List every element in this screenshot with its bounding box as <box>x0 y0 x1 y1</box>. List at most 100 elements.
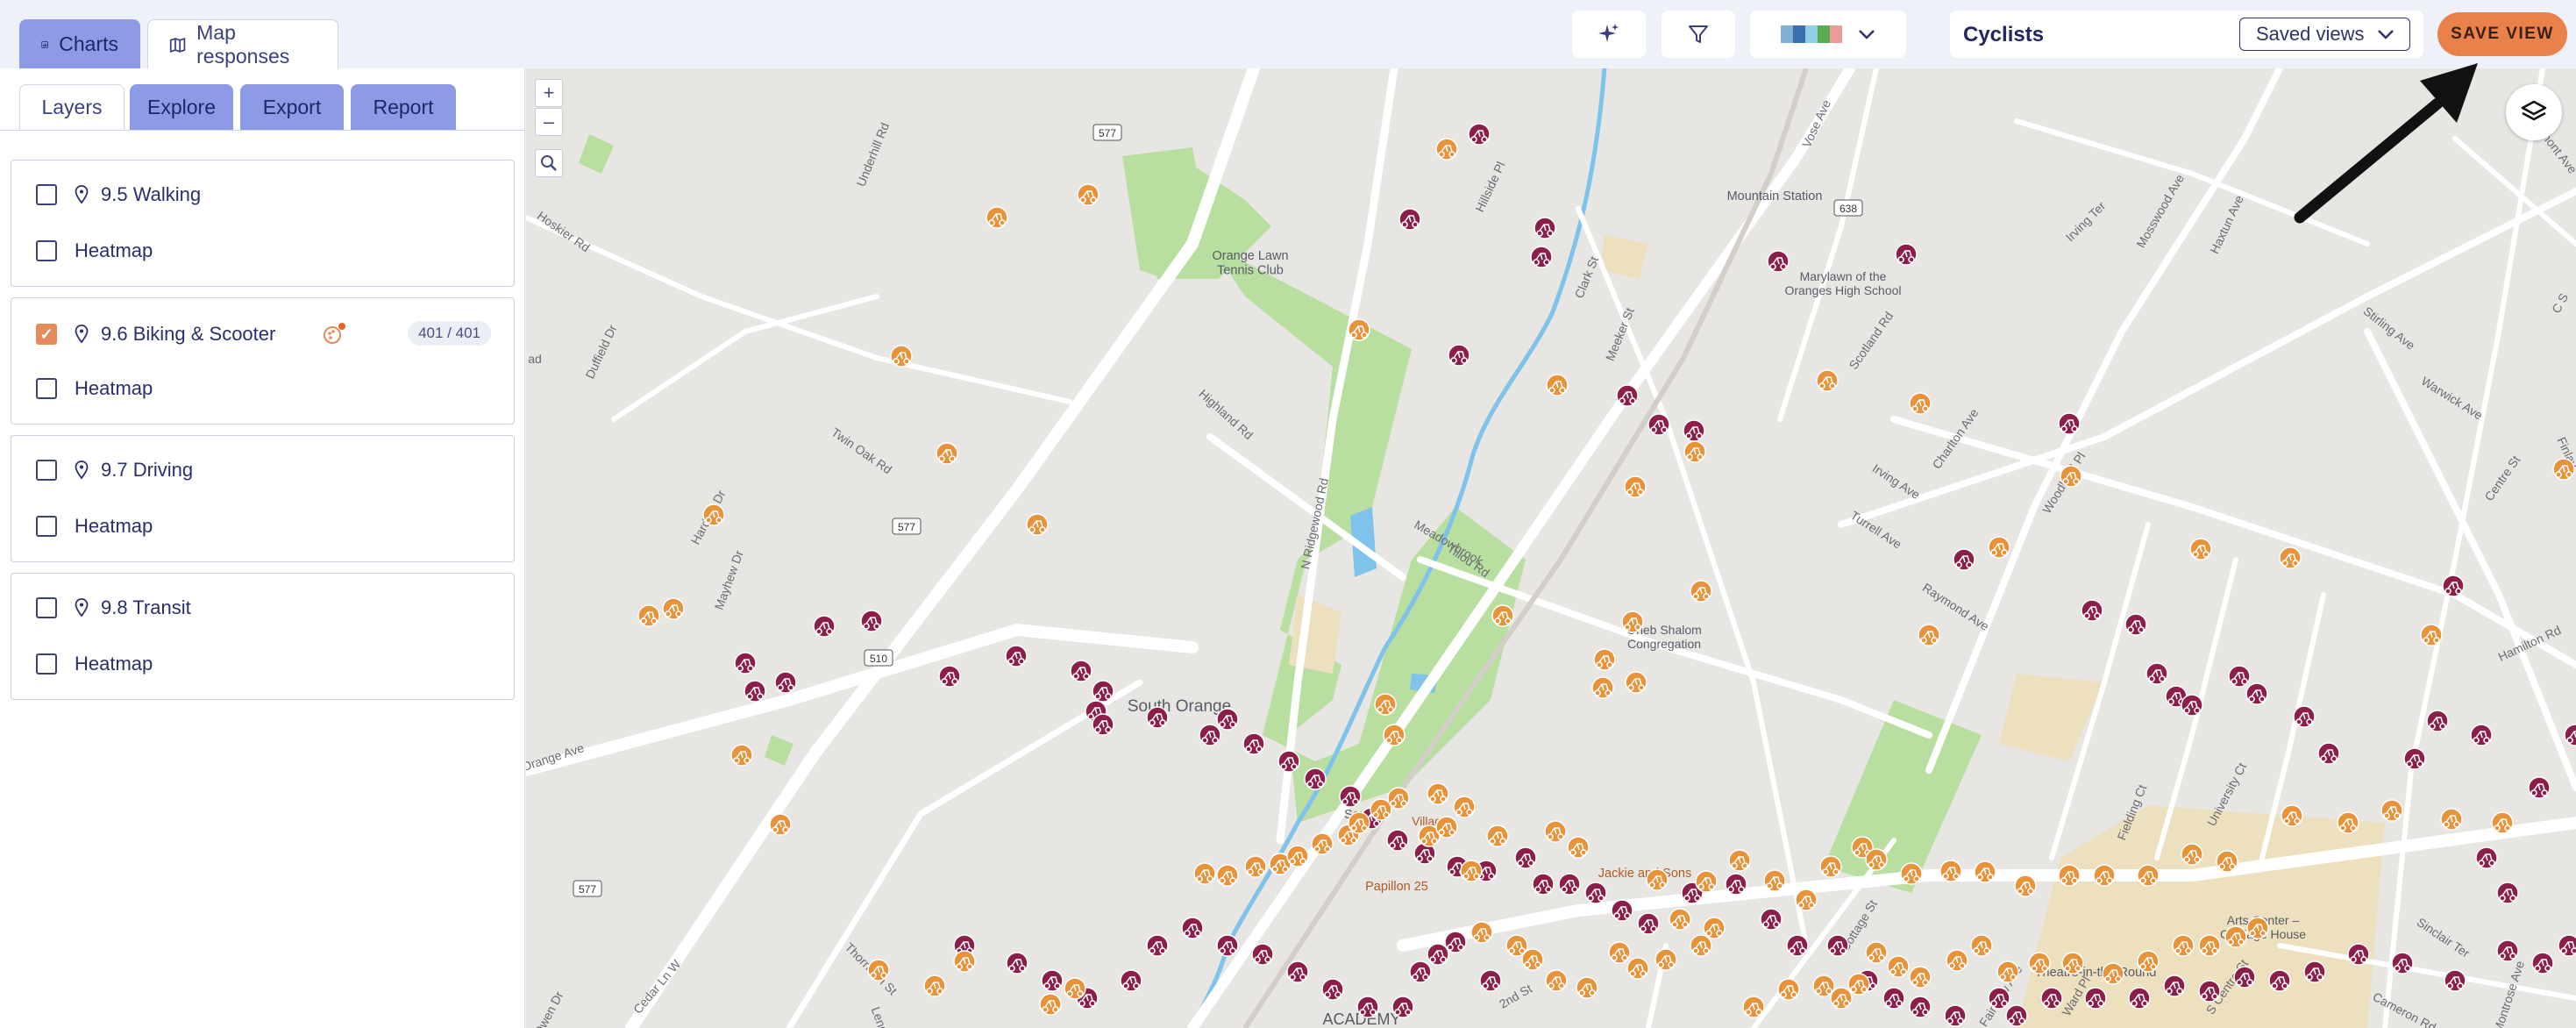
response-marker-orange[interactable] <box>2189 538 2212 560</box>
heatmap-row[interactable]: Heatmap <box>36 377 153 400</box>
response-marker-orange[interactable] <box>1816 369 1839 392</box>
response-marker-orange[interactable] <box>2137 864 2160 887</box>
response-marker-orange[interactable] <box>662 597 685 620</box>
response-marker-orange[interactable] <box>1348 811 1370 834</box>
response-marker-orange[interactable] <box>1728 849 1751 872</box>
response-marker-maroon[interactable] <box>2317 742 2340 765</box>
layer-checkbox[interactable] <box>36 597 57 618</box>
response-marker-maroon[interactable] <box>1199 724 1221 746</box>
response-marker-orange[interactable] <box>2093 864 2116 887</box>
response-marker-orange[interactable] <box>2058 864 2081 887</box>
response-marker-orange[interactable] <box>1909 392 1932 415</box>
response-marker-orange[interactable] <box>2224 925 2247 948</box>
response-marker-maroon[interactable] <box>1826 934 1849 957</box>
tab-explore[interactable]: Explore <box>130 84 233 130</box>
response-marker-orange[interactable] <box>1544 820 1567 843</box>
response-marker-orange[interactable] <box>1654 948 1677 971</box>
response-marker-orange[interactable] <box>2014 875 2037 897</box>
response-marker-maroon[interactable] <box>1725 873 1747 896</box>
response-marker-maroon[interactable] <box>2496 939 2519 962</box>
response-marker-maroon[interactable] <box>1286 960 1309 983</box>
response-marker-orange[interactable] <box>1646 868 1669 891</box>
response-marker-maroon[interactable] <box>2040 987 2063 1010</box>
response-marker-maroon[interactable] <box>1277 750 1300 773</box>
response-marker-maroon[interactable] <box>2084 987 2107 1010</box>
response-marker-maroon[interactable] <box>2391 952 2414 974</box>
response-marker-maroon[interactable] <box>1895 243 1918 266</box>
response-marker-orange[interactable] <box>1777 978 1800 1001</box>
response-marker-maroon[interactable] <box>1216 708 1239 731</box>
response-marker-orange[interactable] <box>1216 864 1239 887</box>
response-marker-orange[interactable] <box>2440 808 2463 831</box>
response-marker-maroon[interactable] <box>1409 960 1432 983</box>
response-marker-orange[interactable] <box>1819 855 1842 878</box>
response-marker-maroon[interactable] <box>1216 934 1239 957</box>
response-marker-maroon[interactable] <box>1386 829 1409 852</box>
response-marker-maroon[interactable] <box>1611 899 1633 922</box>
response-marker-maroon[interactable] <box>1616 384 1639 407</box>
zoom-out-button[interactable]: – <box>535 108 563 136</box>
response-marker-maroon[interactable] <box>1092 713 1114 736</box>
response-marker-orange[interactable] <box>1545 969 1568 992</box>
response-marker-orange[interactable] <box>2060 465 2082 488</box>
layer-checkbox[interactable]: ✓ <box>36 324 57 345</box>
response-marker-orange[interactable] <box>1970 934 1993 957</box>
color-palette-button[interactable] <box>1750 11 1906 58</box>
response-marker-orange[interactable] <box>1521 948 1544 971</box>
tab-map-responses[interactable]: Map responses <box>147 19 338 68</box>
response-marker-maroon[interactable] <box>860 610 883 632</box>
response-marker-maroon[interactable] <box>2293 705 2316 728</box>
map-layers-button[interactable] <box>2506 84 2562 140</box>
response-marker-maroon[interactable] <box>1391 996 1414 1018</box>
response-marker-orange[interactable] <box>1387 787 1410 810</box>
response-marker-maroon[interactable] <box>1909 996 1932 1018</box>
response-marker-orange[interactable] <box>890 345 913 368</box>
response-marker-orange[interactable] <box>2172 934 2195 957</box>
response-marker-maroon[interactable] <box>2005 1004 2028 1027</box>
response-marker-orange[interactable] <box>1742 996 1765 1018</box>
heatmap-row[interactable]: Heatmap <box>36 515 153 538</box>
response-marker-orange[interactable] <box>1621 610 1644 633</box>
response-marker-maroon[interactable] <box>774 671 797 694</box>
response-marker-maroon[interactable] <box>2475 846 2498 869</box>
response-marker-orange[interactable] <box>1348 318 1370 341</box>
response-marker-orange[interactable] <box>1591 676 1614 699</box>
response-marker-maroon[interactable] <box>2442 575 2465 597</box>
response-marker-maroon[interactable] <box>2198 980 2221 1003</box>
response-marker-maroon[interactable] <box>2228 665 2251 688</box>
response-marker-orange[interactable] <box>1690 934 1712 957</box>
response-marker-maroon[interactable] <box>1005 645 1028 667</box>
response-marker-maroon[interactable] <box>2496 882 2519 904</box>
response-marker-maroon[interactable] <box>1944 1004 1967 1027</box>
response-marker-orange[interactable] <box>1486 825 1509 847</box>
response-marker-orange[interactable] <box>953 950 976 973</box>
response-marker-maroon[interactable] <box>1321 978 1344 1001</box>
response-marker-orange[interactable] <box>1988 536 2010 559</box>
map-svg[interactable]: Orange Lawn Tennis Club Mountain Station Ma… <box>526 68 2576 1028</box>
response-marker-orange[interactable] <box>1383 724 1405 746</box>
response-marker-orange[interactable] <box>769 813 792 836</box>
response-marker-maroon[interactable] <box>2347 943 2370 966</box>
response-marker-maroon[interactable] <box>1120 969 1142 992</box>
response-marker-orange[interactable] <box>637 604 660 627</box>
response-marker-orange[interactable] <box>1491 604 1514 627</box>
response-marker-orange[interactable] <box>1939 860 1962 882</box>
response-marker-maroon[interactable] <box>2128 987 2151 1010</box>
response-marker-orange[interactable] <box>867 959 890 982</box>
response-marker-orange[interactable] <box>986 206 1008 229</box>
response-marker-orange[interactable] <box>2491 811 2514 834</box>
response-marker-orange[interactable] <box>1576 976 1598 999</box>
response-marker-maroon[interactable] <box>1146 706 1169 729</box>
response-marker-orange[interactable] <box>2281 804 2303 827</box>
response-marker-maroon[interactable] <box>1339 785 1362 808</box>
response-marker-maroon[interactable] <box>1304 767 1327 790</box>
response-marker-orange[interactable] <box>1695 870 1718 893</box>
response-marker-orange[interactable] <box>1193 862 1216 885</box>
response-marker-orange[interactable] <box>730 744 753 767</box>
response-marker-orange[interactable] <box>1974 860 1996 883</box>
response-marker-maroon[interactable] <box>2181 694 2203 717</box>
response-marker-maroon[interactable] <box>1786 934 1809 957</box>
response-marker-maroon[interactable] <box>2531 952 2554 974</box>
layer-row[interactable]: ✓ 9.6 Biking & Scooter <box>36 321 347 347</box>
response-marker-orange[interactable] <box>1427 782 1449 805</box>
